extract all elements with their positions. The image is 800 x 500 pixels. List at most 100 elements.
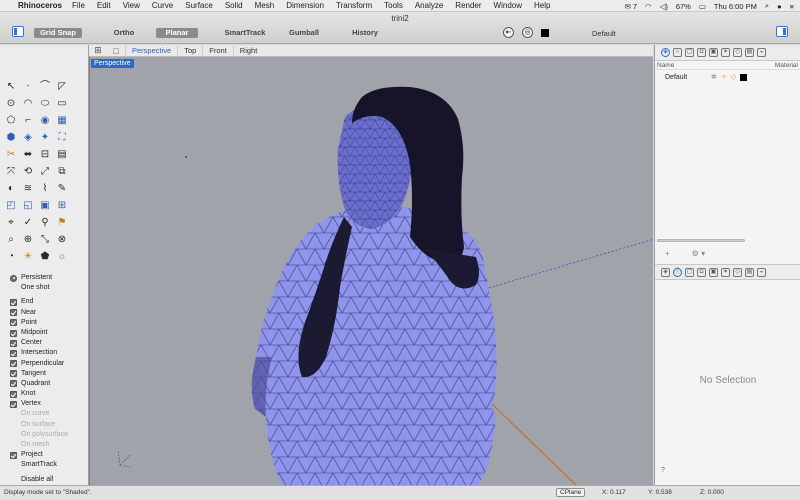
copy-icon[interactable]: ⧉ xyxy=(54,164,70,180)
fillet-icon[interactable]: ⌐ xyxy=(20,113,36,129)
lights-icon[interactable]: ✶ xyxy=(721,48,730,57)
osnap-center[interactable]: Center xyxy=(10,338,88,348)
osnap-on-polysurface[interactable]: On polysurface xyxy=(10,430,88,440)
pan-icon[interactable]: ⤡ xyxy=(37,232,53,248)
zoom-extents-icon[interactable]: ⊗ xyxy=(54,232,70,248)
cplane-button[interactable]: CPlane xyxy=(556,488,586,497)
material-icon[interactable]: ⬟ xyxy=(37,249,53,265)
osnap-on-surface[interactable]: On surface xyxy=(10,420,88,430)
osnap-on-curve[interactable]: On curve xyxy=(10,409,88,419)
user-icon[interactable]: ● xyxy=(777,2,782,11)
materials-icon[interactable]: ◇ xyxy=(733,267,742,277)
wifi-icon[interactable]: ◠ xyxy=(645,2,652,11)
point-icon[interactable]: ⋅ xyxy=(20,79,36,95)
light-icon[interactable]: ☀ xyxy=(20,249,36,265)
osnap-tangent[interactable]: Tangent xyxy=(10,369,88,379)
box-icon[interactable]: ▣ xyxy=(709,48,718,57)
checkbox[interactable] xyxy=(10,339,17,347)
single-viewport-icon[interactable]: □ xyxy=(107,46,125,56)
menu-file[interactable]: File xyxy=(72,1,85,10)
menu-help[interactable]: Help xyxy=(534,1,550,10)
osnap-smarttrack[interactable]: SmartTrack xyxy=(10,460,88,470)
layer-options-icon[interactable]: ⚙ ▾ xyxy=(692,249,705,258)
curve-icon[interactable]: ⌒ xyxy=(37,79,53,95)
current-layer[interactable]: Default xyxy=(592,29,616,38)
snap-icon[interactable]: ⌖ xyxy=(3,215,19,231)
camera-icon[interactable]: ◘ xyxy=(697,267,706,277)
grid-icon[interactable]: ⊞ xyxy=(54,198,70,214)
render-icon[interactable]: ◒ xyxy=(757,267,766,277)
viewport-title[interactable]: Perspective xyxy=(91,59,134,68)
mesh-icon[interactable]: ▤ xyxy=(54,147,70,163)
texture-icon[interactable]: ▤ xyxy=(745,48,754,57)
filter-icon[interactable]: ◎ xyxy=(522,27,533,38)
menu-curve[interactable]: Curve xyxy=(152,1,173,10)
osnap-on-mesh[interactable]: On mesh xyxy=(10,440,88,450)
menu-window[interactable]: Window xyxy=(494,1,522,10)
spotlight-icon[interactable]: ⌕ xyxy=(765,1,769,11)
checkbox[interactable] xyxy=(10,349,17,357)
panel-splitter[interactable] xyxy=(655,238,800,243)
menu-tools[interactable]: Tools xyxy=(384,1,403,10)
menu-mesh[interactable]: Mesh xyxy=(255,1,275,10)
tab-perspective[interactable]: Perspective xyxy=(125,46,177,55)
zoom-icon[interactable]: ⌕ xyxy=(3,232,19,248)
clock[interactable]: Thu 6:00 PM xyxy=(714,2,757,11)
menu-render[interactable]: Render xyxy=(455,1,481,10)
checkbox[interactable] xyxy=(10,360,17,368)
scale-icon[interactable]: ⤢ xyxy=(37,164,53,180)
osnap-intersection[interactable]: Intersection xyxy=(10,348,88,358)
menu-extras-icon[interactable]: ≡ xyxy=(790,2,794,11)
move-icon[interactable]: ⤧ xyxy=(3,164,19,180)
menu-view[interactable]: View xyxy=(123,1,140,10)
tab-front[interactable]: Front xyxy=(202,46,233,55)
gear-icon[interactable]: ✲ xyxy=(711,73,717,81)
properties-icon[interactable]: ⓘ xyxy=(673,267,682,277)
loft-icon[interactable]: ⛶ xyxy=(54,130,70,146)
menu-analyze[interactable]: Analyze xyxy=(415,1,443,10)
volume-icon[interactable]: ◁) xyxy=(660,2,668,11)
texture-icon[interactable]: ▤ xyxy=(745,267,754,277)
right-sidebar-toggle-icon[interactable] xyxy=(776,26,788,37)
layer-icon[interactable]: ▣ xyxy=(37,198,53,214)
osnap-near[interactable]: Near xyxy=(10,308,88,318)
bulb-icon[interactable]: ✧ xyxy=(721,73,727,81)
checkbox[interactable] xyxy=(10,370,17,378)
menu-edit[interactable]: Edit xyxy=(97,1,111,10)
tab-right[interactable]: Right xyxy=(232,46,264,55)
display-icon[interactable]: ▢ xyxy=(685,267,694,277)
checkbox[interactable] xyxy=(10,451,17,459)
menu-transform[interactable]: Transform xyxy=(336,1,372,10)
boolean-icon[interactable]: ⊟ xyxy=(37,147,53,163)
trim-icon[interactable]: ✂ xyxy=(3,147,19,163)
offset-icon[interactable]: ⌇ xyxy=(37,181,53,197)
box-icon[interactable]: ▣ xyxy=(709,267,718,277)
group-icon[interactable]: ◰ xyxy=(3,198,19,214)
add-layer-icon[interactable]: + xyxy=(665,249,670,258)
checkbox[interactable] xyxy=(10,380,17,388)
box-icon[interactable]: ▦ xyxy=(54,113,70,129)
check-icon[interactable]: ✓ xyxy=(20,215,36,231)
toggle-history[interactable]: History xyxy=(348,28,382,38)
toggle-gumball[interactable]: Gumball xyxy=(286,28,322,38)
render-icon[interactable]: ◔ xyxy=(3,249,19,265)
toggle-ortho[interactable]: Ortho xyxy=(106,28,142,38)
menu-solid[interactable]: Solid xyxy=(225,1,243,10)
lights-icon[interactable]: ✶ xyxy=(721,267,730,277)
viewport-layout-icon[interactable]: ⊞ xyxy=(89,45,107,56)
sun-icon[interactable]: ☼ xyxy=(54,249,70,265)
rotate-icon[interactable]: ⟲ xyxy=(20,164,36,180)
polygon-icon[interactable]: ⬠ xyxy=(3,113,19,129)
osnap-disable-all[interactable]: Disable all xyxy=(10,475,88,485)
rectangle-icon[interactable]: ▭ xyxy=(54,96,70,112)
lock-icon[interactable]: ◇ xyxy=(731,73,736,81)
select-icon[interactable]: ↖ xyxy=(3,79,19,95)
surface-icon[interactable]: ✦ xyxy=(37,130,53,146)
display-icon[interactable]: ▢ xyxy=(685,48,694,57)
record-history-icon[interactable]: ⇤ xyxy=(503,27,514,38)
checkbox[interactable] xyxy=(10,298,17,306)
osnap-project[interactable]: Project xyxy=(10,450,88,460)
menu-app-name[interactable]: Rhinoceros xyxy=(18,1,62,10)
osnap-vertex[interactable]: Vertex xyxy=(10,399,88,409)
viewport-perspective[interactable]: Perspective xyxy=(89,57,653,485)
